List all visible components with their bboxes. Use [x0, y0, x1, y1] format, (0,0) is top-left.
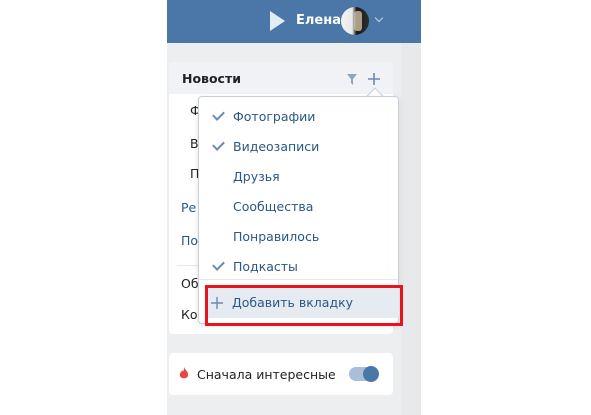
- menu-divider: [199, 279, 398, 280]
- list-item-peek[interactable]: Ко: [181, 307, 198, 322]
- menu-item-friends[interactable]: Друзья: [199, 161, 398, 191]
- menu-item-label: Фотографии: [233, 109, 316, 124]
- sort-interesting-label: Сначала интересные: [197, 367, 336, 382]
- menu-item-videos[interactable]: Видеозаписи: [199, 131, 398, 161]
- list-item-peek[interactable]: Об: [181, 276, 199, 291]
- list-item-peek[interactable]: Ре: [181, 200, 196, 215]
- avatar-figure: [354, 11, 362, 31]
- interesting-first-toggle[interactable]: [349, 366, 379, 382]
- fire-icon: [179, 367, 189, 379]
- toggle-knob: [363, 366, 379, 382]
- panel-header: Новости: [169, 62, 393, 94]
- menu-item-label: Друзья: [233, 169, 280, 184]
- scroll-gutter: [401, 43, 421, 415]
- highlight-annotation: [205, 285, 403, 326]
- check-icon: [212, 108, 225, 121]
- sort-option-panel: Сначала интересные: [169, 353, 393, 395]
- list-item-peek[interactable]: По: [181, 233, 198, 248]
- menu-item-label: Понравилось: [233, 229, 320, 244]
- menu-item-label: Сообщества: [233, 199, 314, 214]
- play-icon[interactable]: [270, 11, 285, 31]
- divider: [177, 265, 199, 266]
- top-bar: [167, 0, 421, 43]
- menu-item-liked[interactable]: Понравилось: [199, 221, 398, 251]
- panel-title[interactable]: Новости: [182, 71, 241, 86]
- menu-item-photos[interactable]: Фотографии: [199, 101, 398, 131]
- check-icon: [212, 258, 225, 271]
- user-name[interactable]: Елена: [296, 13, 341, 28]
- menu-item-label: Подкасты: [233, 259, 298, 274]
- check-icon: [212, 138, 225, 151]
- menu-item-label: Видеозаписи: [233, 139, 320, 154]
- plus-icon[interactable]: [367, 72, 381, 86]
- avatar[interactable]: [341, 7, 369, 35]
- filter-icon[interactable]: [347, 74, 357, 85]
- menu-item-communities[interactable]: Сообщества: [199, 191, 398, 221]
- menu-item-podcasts[interactable]: Подкасты: [199, 251, 398, 281]
